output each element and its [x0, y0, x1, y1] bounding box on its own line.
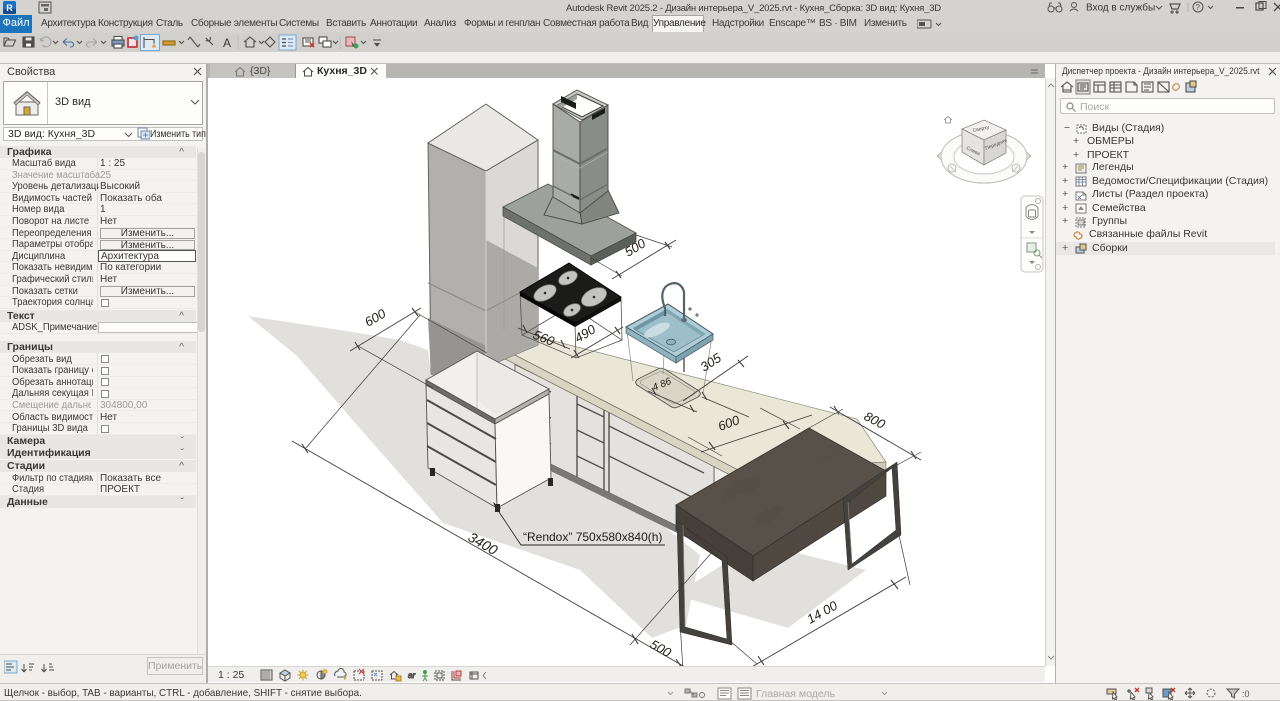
svg-text:600: 600	[362, 305, 389, 329]
svg-text:“Rendox” 750x580x840(h): “Rendox” 750x580x840(h)	[523, 530, 662, 544]
svg-text:800: 800	[862, 408, 889, 432]
svg-text:?: ?	[1196, 3, 1201, 12]
svg-text:Вход в службы: Вход в службы	[1086, 2, 1155, 14]
svg-text:ar: ar	[408, 671, 415, 680]
svg-text:305: 305	[697, 350, 724, 375]
svg-text:A: A	[223, 36, 231, 50]
svg-text:500: 500	[648, 637, 675, 661]
svg-text:Главная модель: Главная модель	[756, 688, 835, 700]
svg-text:R: R	[6, 3, 13, 13]
svg-text::0: :0	[1242, 689, 1250, 699]
